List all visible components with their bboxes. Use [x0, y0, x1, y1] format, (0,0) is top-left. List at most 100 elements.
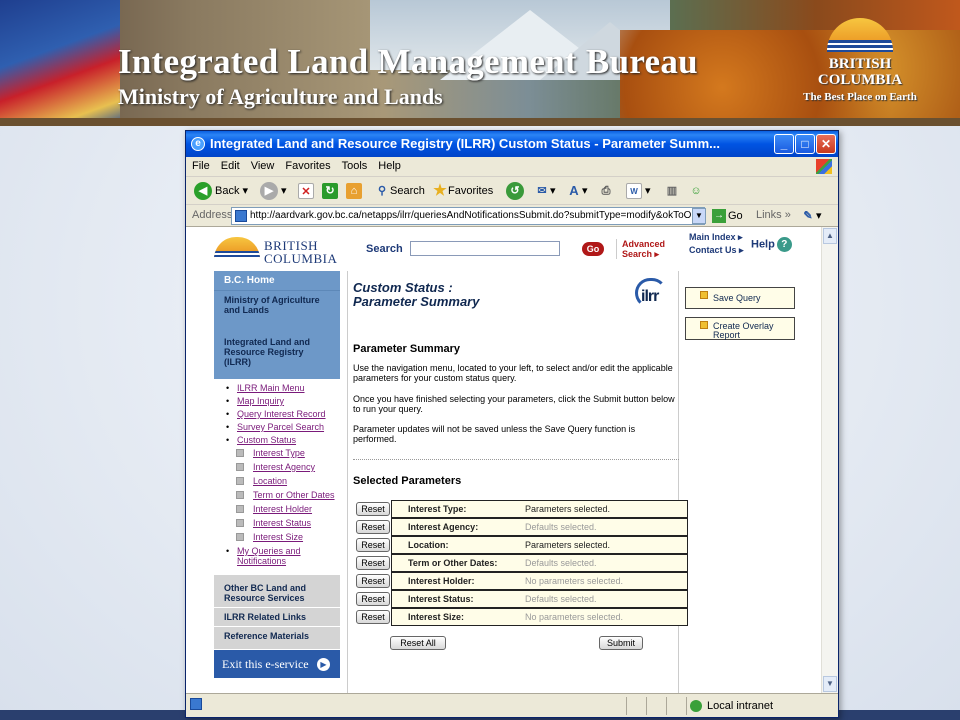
menu-edit[interactable]: Edit	[215, 157, 245, 172]
star-icon: ★	[433, 182, 447, 200]
stop-button[interactable]: ✕	[298, 181, 314, 201]
research-button[interactable]: ▥	[664, 181, 680, 201]
checkbox-icon	[236, 519, 244, 527]
advanced-search-link[interactable]: Advanced Search ▸	[616, 239, 665, 259]
sun-icon	[214, 237, 260, 259]
nav-sub-interest-holder[interactable]: Interest Holder	[224, 504, 340, 514]
banner-title: Integrated Land Management Bureau	[118, 42, 698, 81]
home-button[interactable]: ⌂	[346, 181, 362, 201]
selected-parameters-title: Selected Parameters	[353, 475, 462, 487]
reset-all-button[interactable]: Reset All	[390, 636, 446, 650]
create-overlay-report-button[interactable]: Create Overlay Report	[685, 317, 795, 340]
nav-other-services[interactable]: Other BC Land and Resource Services	[214, 575, 340, 608]
bc-tagline: The Best Place on Earth	[803, 91, 917, 103]
help-link[interactable]: Help?	[751, 237, 792, 252]
checkbox-icon	[236, 505, 244, 513]
nav-sub-interest-size[interactable]: Interest Size	[224, 532, 340, 542]
nav-link-my-queries[interactable]: My Queries and Notifications	[224, 546, 340, 566]
banner-subtitle: Ministry of Agriculture and Lands	[118, 84, 443, 109]
history-icon: ↺	[506, 182, 524, 201]
nav-sub-term-dates[interactable]: Term or Other Dates	[224, 490, 340, 500]
nav-ministry[interactable]: Ministry of Agriculture and Lands	[214, 291, 340, 331]
font-button[interactable]: A ▾	[566, 181, 587, 201]
nav-link-survey-parcel[interactable]: Survey Parcel Search	[224, 422, 340, 432]
history-button[interactable]: ↺	[506, 181, 527, 201]
search-button[interactable]: ⚲ Search	[374, 181, 425, 201]
ie-icon: e	[191, 137, 205, 151]
edit-button[interactable]: W ▾	[626, 181, 651, 201]
nav-sub-interest-type[interactable]: Interest Type	[224, 448, 340, 458]
nav-ilrr[interactable]: Integrated Land and Resource Registry (I…	[214, 331, 340, 379]
menu-file[interactable]: File	[186, 157, 215, 172]
reset-button[interactable]: Reset	[356, 502, 390, 516]
nav-sub-location[interactable]: Location	[224, 476, 340, 486]
mail-button[interactable]: ✉ ▾	[534, 181, 555, 201]
param-row: Reset Interest Agency: Defaults selected.	[353, 518, 688, 536]
arrow-right-icon: ▶	[317, 658, 330, 671]
site-search: Search Go Advanced Search ▸	[366, 239, 665, 261]
nav-sub-interest-agency[interactable]: Interest Agency	[224, 462, 340, 472]
forward-button[interactable]: ▶ ▾	[260, 181, 287, 201]
nav-reference[interactable]: Reference Materials	[214, 627, 340, 650]
search-input[interactable]	[410, 241, 560, 256]
vertical-scrollbar[interactable]: ▲ ▼	[821, 227, 838, 693]
nav-link-query-interest[interactable]: Query Interest Record	[224, 409, 340, 419]
links-button[interactable]: Links »	[756, 209, 791, 221]
reset-button[interactable]: Reset	[356, 592, 390, 606]
messenger-button[interactable]: ☺	[688, 181, 704, 201]
main-index-link[interactable]: Main Index ▸	[689, 231, 744, 244]
refresh-icon: ↻	[322, 183, 338, 200]
nav-link-custom-status[interactable]: Custom Status	[224, 435, 340, 445]
address-dropdown[interactable]: ▼	[692, 208, 706, 224]
checkbox-icon	[236, 477, 244, 485]
contact-us-link[interactable]: Contact Us ▸	[689, 244, 744, 257]
reset-button[interactable]: Reset	[356, 574, 390, 588]
security-zone: Local intranet	[686, 697, 816, 715]
checkbox-icon	[236, 533, 244, 541]
nav-link-map-inquiry[interactable]: Map Inquiry	[224, 396, 340, 406]
divider	[353, 459, 679, 460]
print-button[interactable]: ⎙	[598, 181, 614, 201]
menu-help[interactable]: Help	[372, 157, 406, 172]
reset-button[interactable]: Reset	[356, 610, 390, 624]
messenger-icon: ☺	[690, 185, 702, 198]
search-go-button[interactable]: Go	[582, 242, 604, 256]
go-button[interactable]: → Go	[712, 208, 743, 224]
home-icon: ⌂	[346, 183, 362, 200]
favorites-button[interactable]: ★Favorites	[432, 181, 493, 201]
submit-button[interactable]: Submit	[599, 636, 643, 650]
checkbox-icon	[236, 463, 244, 471]
close-button[interactable]: ✕	[816, 134, 836, 154]
nav-sub-interest-status[interactable]: Interest Status	[224, 518, 340, 528]
address-input[interactable]: http://aardvark.gov.bc.ca/netapps/ilrr/q…	[231, 207, 705, 225]
exit-eservice-button[interactable]: Exit this e-service ▶	[214, 650, 340, 678]
param-row: Reset Interest Size: No parameters selecte…	[353, 608, 688, 626]
reset-button[interactable]: Reset	[356, 556, 390, 570]
menu-bar: File Edit View Favorites Tools Help	[186, 157, 838, 177]
maximize-button[interactable]: □	[795, 134, 815, 154]
save-query-button[interactable]: Save Query	[685, 287, 795, 309]
bc-flag-graphic	[0, 0, 120, 126]
forward-arrow-icon: ▶	[260, 182, 278, 201]
nav-bc-home[interactable]: B.C. Home	[214, 271, 340, 291]
menu-favorites[interactable]: Favorites	[279, 157, 335, 172]
bc-gov-logo[interactable]: BRITISH COLUMBIA	[214, 231, 342, 271]
scroll-down-icon[interactable]: ▼	[823, 676, 837, 692]
reset-button[interactable]: Reset	[356, 538, 390, 552]
minimize-button[interactable]: _	[774, 134, 794, 154]
refresh-button[interactable]: ↻	[322, 181, 338, 201]
menu-view[interactable]: View	[245, 157, 280, 172]
main-panel: Custom Status : Parameter Summary ilrr Pa…	[347, 271, 688, 693]
plugin-icon: ✎	[803, 210, 813, 223]
address-bar: Address http://aardvark.gov.bc.ca/netapp…	[186, 205, 838, 227]
mail-icon: ✉	[537, 185, 547, 198]
back-button[interactable]: ◀ Back ▾	[194, 181, 248, 201]
scroll-up-icon[interactable]: ▲	[823, 228, 837, 244]
nav-related-links[interactable]: ILRR Related Links	[214, 608, 340, 627]
reset-button[interactable]: Reset	[356, 520, 390, 534]
font-icon: A	[569, 183, 579, 199]
nav-link-main-menu[interactable]: ILRR Main Menu	[224, 383, 340, 393]
menu-tools[interactable]: Tools	[336, 157, 373, 172]
title-bar: e Integrated Land and Resource Registry …	[186, 131, 838, 157]
toolbar-extra-button[interactable]: ✎ ▾	[800, 206, 821, 226]
